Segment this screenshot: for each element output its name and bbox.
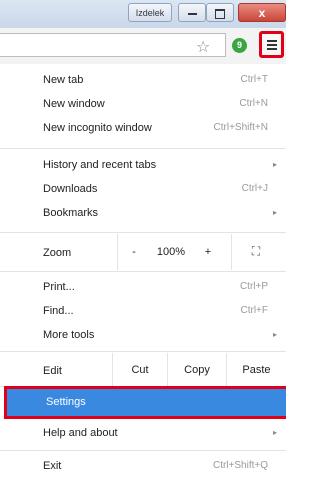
menu-divider — [0, 271, 286, 272]
copy-button[interactable]: Copy — [168, 364, 226, 376]
fullscreen-icon[interactable]: ⛶ — [243, 244, 269, 259]
menu-item-shortcut: Ctrl+J — [241, 183, 268, 194]
menu-item-downloads[interactable]: Downloads Ctrl+J — [0, 177, 286, 201]
evernote-icon[interactable]: 9 — [232, 38, 247, 53]
minimize-button[interactable] — [178, 3, 206, 22]
menu-divider — [0, 148, 286, 149]
menu-divider — [0, 450, 286, 451]
chrome-menu-button[interactable] — [259, 31, 284, 58]
menu-item-label: More tools — [43, 329, 95, 341]
address-bar[interactable]: ☆ — [0, 33, 226, 57]
menu-divider — [0, 351, 286, 352]
menu-item-exit[interactable]: Exit Ctrl+Shift+Q — [0, 454, 286, 478]
menu-item-shortcut: Ctrl+Shift+Q — [212, 460, 268, 471]
menu-item-shortcut: Ctrl+P — [239, 281, 268, 292]
menu-item-bookmarks[interactable]: Bookmarks ▸ — [0, 201, 286, 225]
menu-item-label: Settings — [46, 396, 86, 408]
menu-item-label: New window — [43, 98, 105, 110]
menu-item-history[interactable]: History and recent tabs ▸ — [0, 153, 286, 177]
cut-button[interactable]: Cut — [113, 364, 167, 376]
menu-item-more-tools[interactable]: More tools ▸ — [0, 323, 286, 347]
minimize-icon — [187, 12, 197, 15]
menu-item-label: Find... — [43, 305, 74, 317]
menu-item-label: Print... — [43, 281, 75, 293]
menu-item-label: Bookmarks — [43, 207, 99, 219]
zoom-level-value: 100% — [156, 246, 186, 258]
zoom-label: Zoom — [43, 247, 72, 259]
menu-item-settings[interactable]: Settings — [4, 386, 286, 419]
menu-item-shortcut: Ctrl+F — [240, 305, 269, 316]
menu-item-label: New incognito window — [43, 122, 152, 134]
menu-item-help[interactable]: Help and about ▸ — [0, 421, 286, 445]
close-button[interactable]: x — [238, 3, 286, 22]
menu-item-find[interactable]: Find... Ctrl+F — [0, 299, 286, 323]
chrome-menu: New tab Ctrl+T New window Ctrl+N New inc… — [0, 64, 286, 479]
submenu-arrow-icon: ▸ — [272, 208, 277, 217]
submenu-arrow-icon: ▸ — [272, 160, 277, 169]
menu-item-label: Downloads — [43, 183, 98, 195]
browser-toolbar: ☆ 9 — [0, 28, 286, 65]
menu-item-shortcut: Ctrl+T — [240, 74, 269, 85]
menu-item-shortcut: Ctrl+N — [239, 98, 268, 109]
menu-item-label: Exit — [43, 460, 62, 472]
menu-item-label: New tab — [43, 74, 84, 86]
menu-item-new-window[interactable]: New window Ctrl+N — [0, 92, 286, 116]
menu-item-new-tab[interactable]: New tab Ctrl+T — [0, 68, 286, 92]
maximize-icon — [215, 8, 225, 19]
edit-label: Edit — [43, 365, 62, 377]
submenu-arrow-icon: ▸ — [272, 330, 277, 339]
profile-button[interactable]: Izdelek — [128, 3, 172, 22]
zoom-out-button[interactable]: - — [124, 246, 144, 258]
star-icon[interactable]: ☆ — [196, 37, 210, 57]
menu-item-shortcut: Ctrl+Shift+N — [213, 122, 268, 133]
submenu-arrow-icon: ▸ — [272, 428, 277, 437]
maximize-button[interactable] — [206, 3, 234, 22]
paste-button[interactable]: Paste — [227, 364, 286, 376]
menu-item-label: History and recent tabs — [43, 159, 157, 171]
zoom-divider — [117, 234, 118, 270]
menu-item-print[interactable]: Print... Ctrl+P — [0, 275, 286, 299]
menu-item-new-incognito-window[interactable]: New incognito window Ctrl+Shift+N — [0, 116, 286, 140]
menu-divider — [0, 232, 286, 233]
zoom-in-button[interactable]: + — [198, 246, 218, 258]
menu-item-label: Help and about — [43, 427, 118, 439]
zoom-divider — [231, 234, 232, 270]
window-title-bar: Izdelek x — [0, 0, 286, 28]
